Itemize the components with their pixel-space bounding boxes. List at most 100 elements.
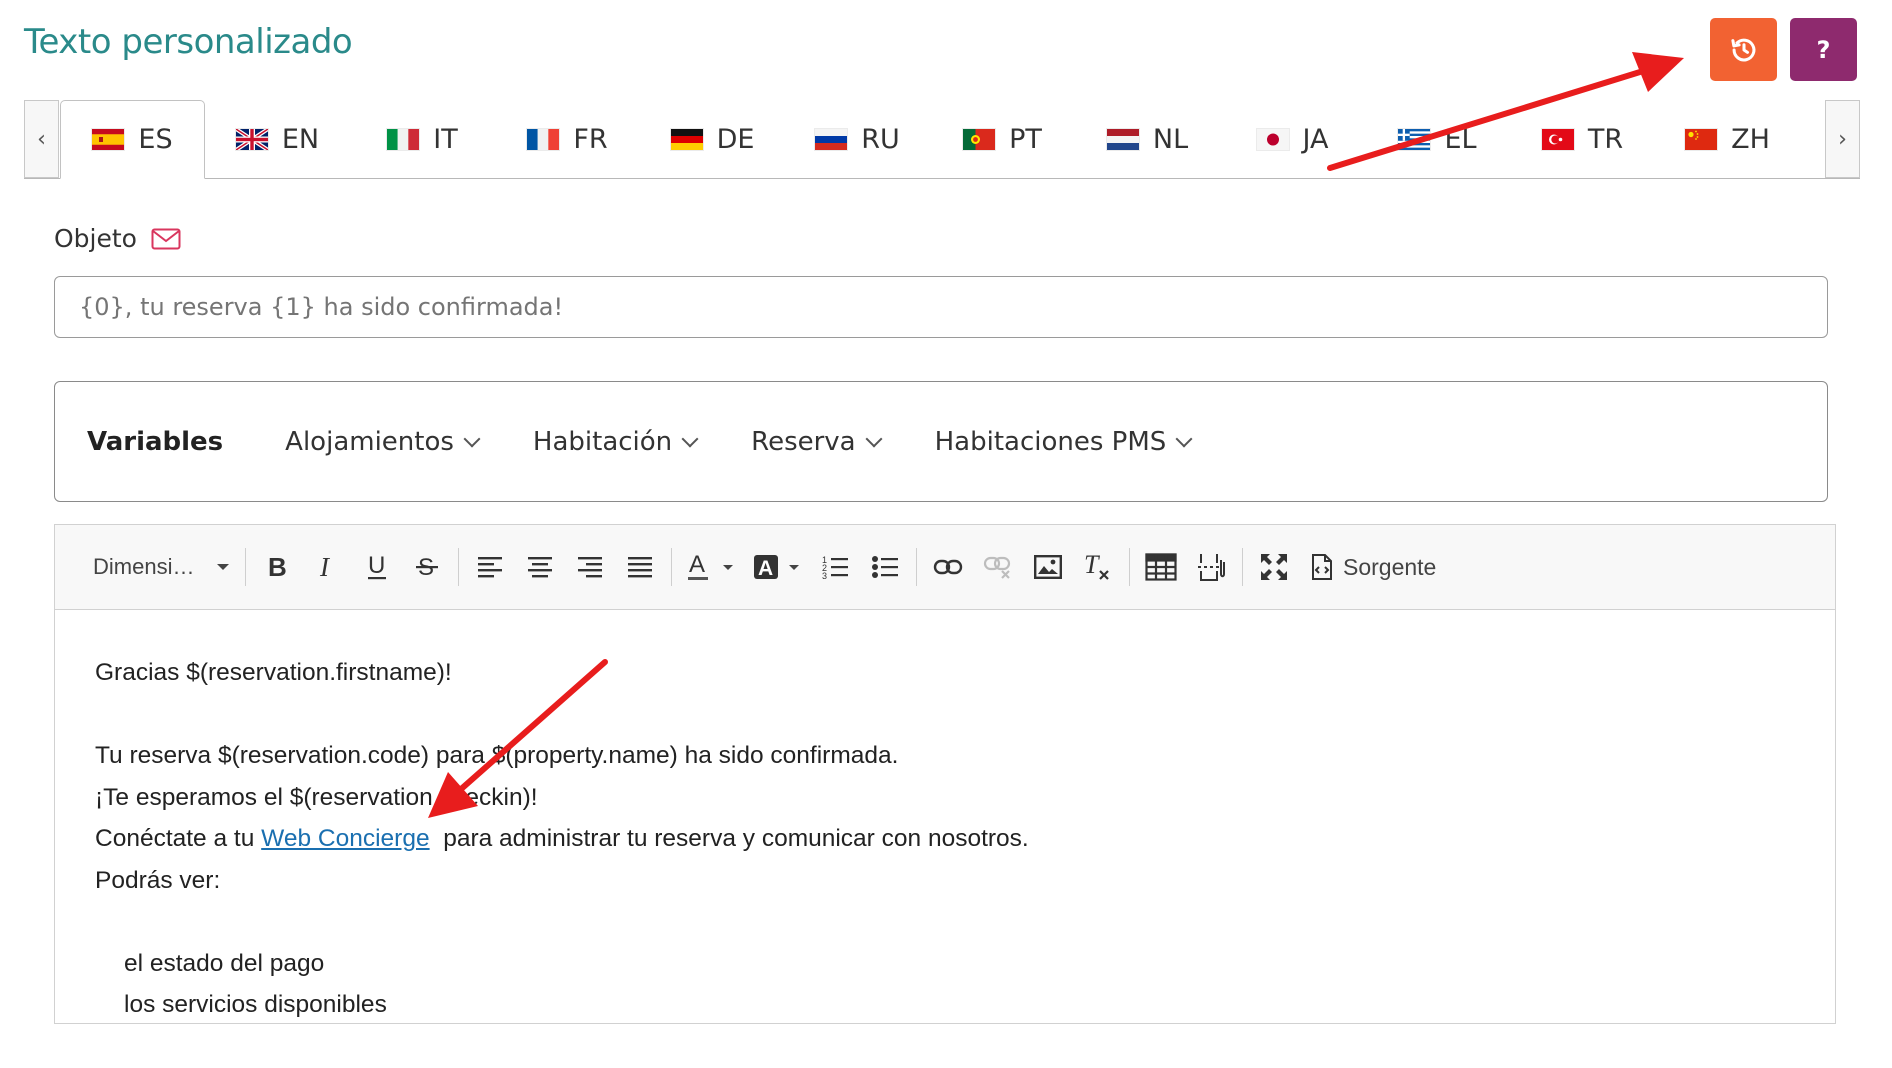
page-break-button[interactable] [1186, 543, 1236, 591]
tab-el[interactable]: EL [1365, 100, 1510, 178]
align-center-icon [528, 557, 552, 578]
variables-menu-alojamientos[interactable]: Alojamientos [285, 426, 481, 457]
tab-label: TR [1587, 123, 1624, 155]
uk-flag-icon [235, 128, 268, 150]
svg-text:B: B [268, 554, 287, 580]
envelope-icon [151, 228, 181, 249]
tab-es[interactable]: ES [60, 100, 205, 179]
toolbar-separator [916, 548, 917, 586]
link-button[interactable] [923, 543, 973, 591]
caret-down-icon [217, 564, 229, 570]
variables-menu-label: Habitación [532, 426, 673, 457]
tab-label: RU [861, 123, 900, 155]
italy-flag-icon [387, 128, 420, 150]
tab-label: NL [1152, 123, 1189, 155]
align-right-icon [578, 557, 602, 578]
tab-ja[interactable]: JA [1220, 100, 1365, 178]
content-line: Podrás ver: [95, 866, 221, 894]
chevron-down-icon [1175, 430, 1193, 447]
content-blank-line [95, 694, 1795, 736]
tab-ru[interactable]: RU [785, 100, 930, 178]
chevron-down-icon [463, 430, 481, 447]
bold-icon: B [268, 554, 287, 580]
tab-label: FR [573, 123, 608, 155]
web-concierge-link[interactable]: Web Concierge [261, 825, 429, 852]
page-title: Texto personalizado [24, 22, 353, 62]
text-color-icon: A [688, 551, 733, 580]
variables-bar: Variables Alojamientos Habitación Reserv… [54, 381, 1828, 502]
tab-pt[interactable]: PT [930, 100, 1075, 178]
source-label: Sorgente [1343, 553, 1437, 580]
background-color-button[interactable]: A [744, 543, 810, 591]
editor-content[interactable]: Gracias $(reservation.firstname)! Tu res… [55, 610, 1835, 1068]
background-color-icon: A [754, 555, 799, 580]
align-center-button[interactable] [515, 543, 565, 591]
bulleted-list-icon [872, 556, 898, 578]
tab-en[interactable]: EN [205, 100, 350, 178]
tab-label: IT [433, 123, 458, 155]
list-item: los servicios disponibles [124, 991, 387, 1018]
tab-tr[interactable]: TR [1510, 100, 1655, 178]
editor-toolbar: Dimensi… B I U S A A 1 2 3 T Sorgente [55, 525, 1835, 610]
strikethrough-button[interactable]: S [402, 543, 452, 591]
align-left-button[interactable] [465, 543, 515, 591]
content-blank-line [95, 901, 1795, 943]
svg-text:A: A [758, 557, 773, 580]
netherlands-flag-icon [1106, 128, 1139, 150]
justify-icon [628, 557, 652, 578]
align-right-button[interactable] [565, 543, 615, 591]
tab-nl[interactable]: NL [1075, 100, 1220, 178]
turkey-flag-icon [1541, 128, 1574, 150]
bold-button[interactable]: B [252, 543, 302, 591]
image-icon [1034, 555, 1062, 579]
source-button[interactable]: Sorgente [1299, 543, 1448, 591]
tab-it[interactable]: IT [350, 100, 495, 178]
link-icon [933, 559, 963, 575]
subject-input[interactable] [54, 276, 1828, 338]
variables-menu-habitaciones-pms[interactable]: Habitaciones PMS [935, 427, 1193, 457]
source-code-icon [1312, 554, 1332, 580]
font-size-select[interactable]: Dimensi… [79, 543, 239, 591]
variables-menu-habitacion[interactable]: Habitación [532, 426, 699, 457]
tab-zh[interactable]: ZH [1655, 100, 1800, 178]
maximize-icon [1261, 554, 1287, 580]
content-line: Tu reserva $(reservation.code) para $(pr… [95, 742, 899, 769]
france-flag-icon [527, 128, 560, 150]
unlink-button[interactable] [973, 543, 1023, 591]
variables-menu-label: Alojamientos [285, 426, 454, 457]
text-color-button[interactable]: A [678, 543, 744, 591]
variables-menu-reserva[interactable]: Reserva [751, 427, 883, 457]
svg-text:T: T [1084, 552, 1100, 579]
tab-fr[interactable]: FR [495, 100, 640, 178]
font-size-label: Dimensi… [93, 554, 195, 579]
chevron-left-icon: ‹ [37, 126, 46, 152]
tab-label: EN [281, 123, 320, 155]
toolbar-separator [458, 548, 459, 586]
italic-button[interactable]: I [302, 543, 352, 591]
justify-button[interactable] [615, 543, 665, 591]
portugal-flag-icon [963, 128, 996, 150]
russia-flag-icon [815, 128, 848, 150]
toolbar-separator [671, 548, 672, 586]
variables-title: Variables [87, 426, 224, 457]
bulleted-list-button[interactable] [860, 543, 910, 591]
help-button[interactable]: ? [1790, 18, 1857, 81]
content-line: ¡Te esperamos el $(reservation.checkin)! [95, 783, 538, 811]
tab-de[interactable]: DE [640, 100, 785, 178]
underline-button[interactable]: U [352, 543, 402, 591]
history-button[interactable] [1710, 18, 1777, 81]
remove-format-icon: T [1084, 552, 1109, 580]
chevron-down-icon [865, 430, 883, 447]
chevron-right-icon: › [1838, 126, 1847, 152]
maximize-button[interactable] [1249, 543, 1299, 591]
numbered-list-button[interactable]: 123 [810, 543, 860, 591]
image-button[interactable] [1023, 543, 1073, 591]
rich-text-editor: Dimensi… B I U S A A 1 2 3 T Sorgente Gr… [54, 524, 1836, 1024]
remove-format-button[interactable]: T [1073, 543, 1123, 591]
tabs-scroll-right-button[interactable]: › [1825, 100, 1860, 178]
tabs-scroll-left-button[interactable]: ‹ [24, 100, 59, 178]
svg-text:U: U [368, 553, 385, 579]
unlink-icon [983, 556, 1011, 579]
table-button[interactable] [1136, 543, 1186, 591]
help-label: ? [1816, 35, 1831, 64]
